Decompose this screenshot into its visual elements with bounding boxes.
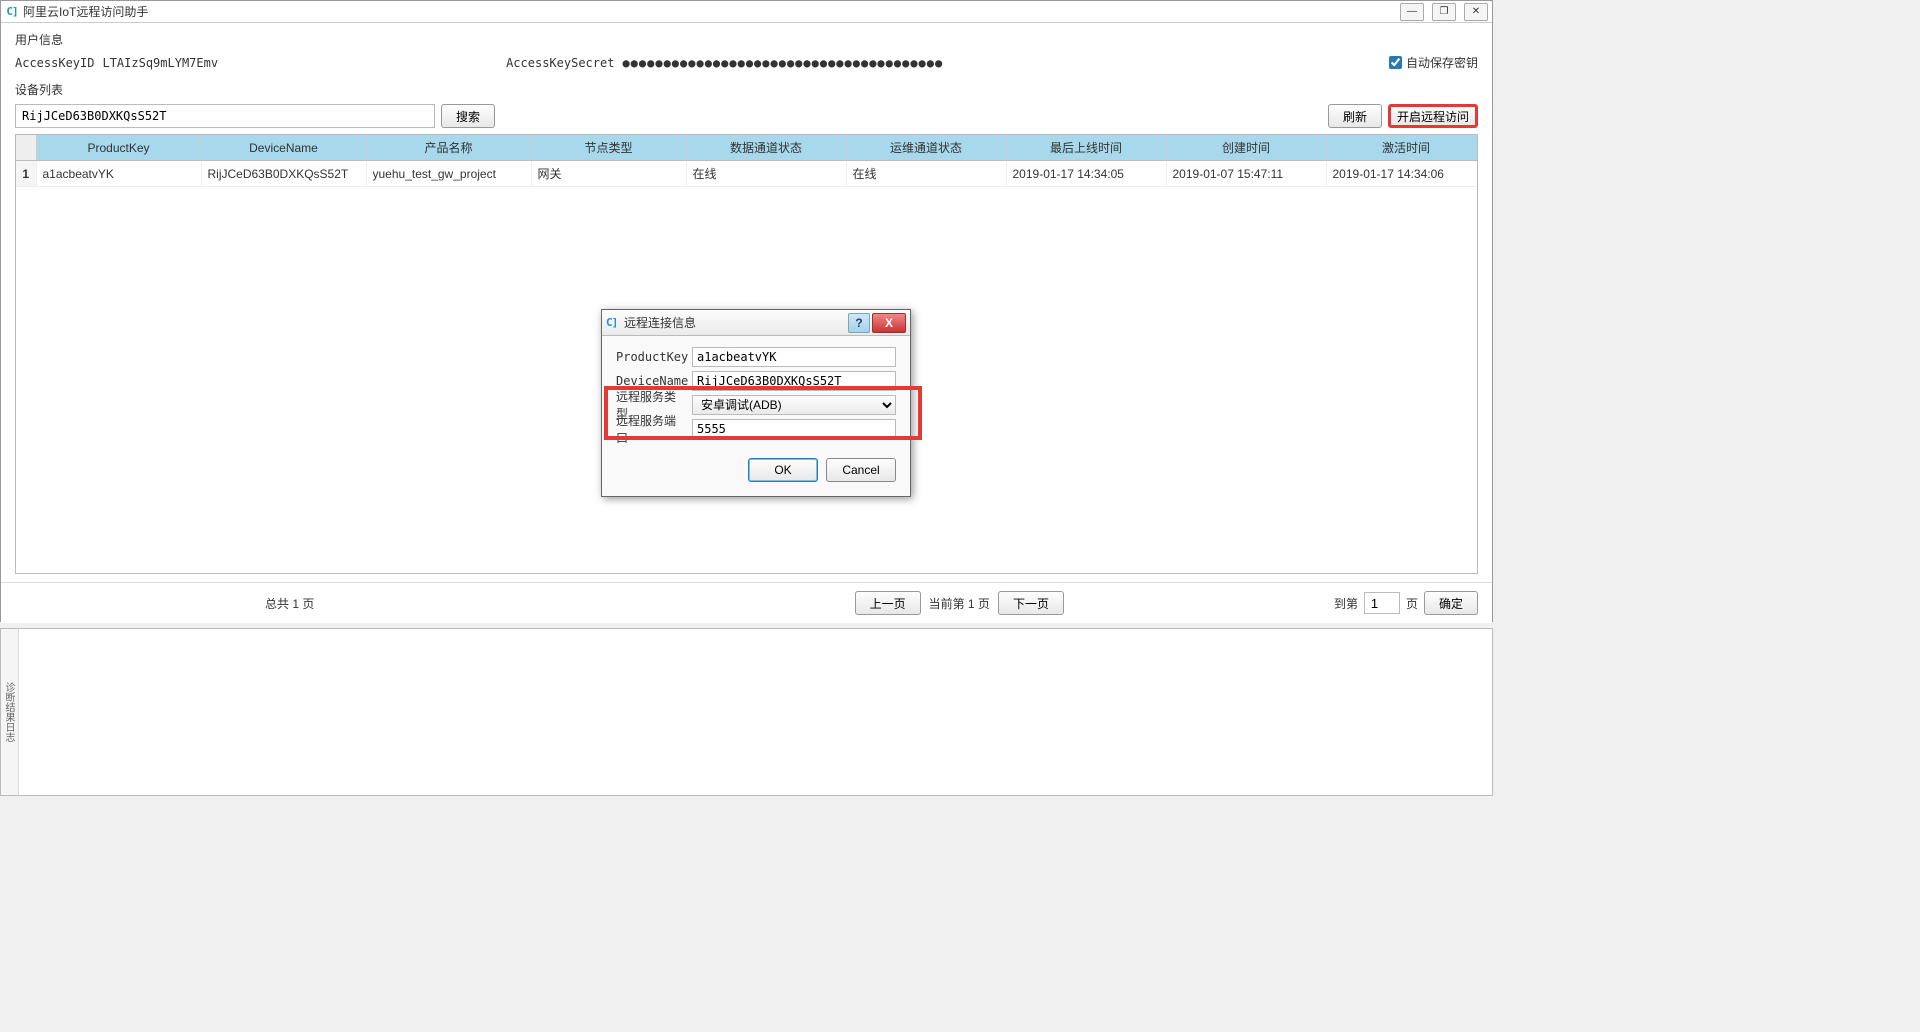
pager-total: 总共 1 页 [265, 595, 314, 612]
header-opschannel[interactable]: 运维通道状态 [846, 135, 1006, 161]
access-key-secret-value: ●●●●●●●●●●●●●●●●●●●●●●●●●●●●●●●●●●●●●●● [622, 56, 943, 70]
dlg-serviceport-input[interactable] [692, 419, 896, 439]
close-button[interactable]: ✕ [1464, 3, 1488, 21]
auto-save-checkbox[interactable] [1389, 56, 1402, 69]
table-cell: 2019-01-07 15:47:11 [1166, 161, 1326, 187]
header-devicename[interactable]: DeviceName [201, 135, 366, 161]
table-cell: a1acbeatvYK [36, 161, 201, 187]
row-number: 1 [16, 161, 36, 187]
dlg-devicename-label: DeviceName [616, 374, 686, 388]
access-key-id-label: AccessKeyID [15, 56, 94, 70]
header-created[interactable]: 创建时间 [1166, 135, 1326, 161]
pager: 总共 1 页 上一页 当前第 1 页 下一页 到第 页 确定 [1, 582, 1492, 623]
goto-prefix: 到第 [1334, 595, 1358, 612]
dialog-help-button[interactable]: ? [848, 313, 870, 333]
table-cell: 网关 [531, 161, 686, 187]
access-key-id-value: LTAIzSq9mLYM7Emv [102, 56, 218, 70]
log-gutter-label: 诊断结果日志 [1, 629, 19, 795]
table-cell: 在线 [686, 161, 846, 187]
header-datachannel[interactable]: 数据通道状态 [686, 135, 846, 161]
device-toolbar: 搜索 刷新 开启远程访问 [15, 104, 1478, 128]
dialog-icon: C] [606, 316, 620, 330]
window-controls: — ❐ ✕ [1400, 3, 1488, 21]
device-list-label: 设备列表 [15, 81, 1478, 98]
dlg-productkey-label: ProductKey [616, 350, 686, 364]
refresh-button[interactable]: 刷新 [1328, 104, 1382, 128]
content-area: 用户信息 AccessKeyID LTAIzSq9mLYM7Emv Access… [1, 23, 1492, 582]
table-row[interactable]: 1a1acbeatvYKRijJCeD63B0DXKQsS52Tyuehu_te… [16, 161, 1478, 187]
dialog-close-button[interactable]: X [872, 313, 906, 333]
search-input[interactable] [15, 104, 435, 128]
goto-page-input[interactable] [1364, 592, 1400, 614]
ok-button[interactable]: OK [748, 458, 818, 482]
next-page-button[interactable]: 下一页 [998, 591, 1064, 615]
dlg-devicename-input[interactable] [692, 371, 896, 391]
goto-confirm-button[interactable]: 确定 [1424, 591, 1478, 615]
table-cell: 2019-01-17 14:34:06 [1326, 161, 1478, 187]
header-lastonline[interactable]: 最后上线时间 [1006, 135, 1166, 161]
auto-save-checkbox-wrap[interactable]: 自动保存密钥 [1389, 54, 1478, 71]
cancel-button[interactable]: Cancel [826, 458, 896, 482]
search-button[interactable]: 搜索 [441, 104, 495, 128]
device-table: ProductKey DeviceName 产品名称 节点类型 数据通道状态 运… [16, 135, 1478, 187]
title-bar: C] 阿里云IoT远程访问助手 — ❐ ✕ [1, 1, 1492, 23]
dlg-servicetype-select[interactable]: 安卓调试(ADB) [692, 395, 896, 415]
table-cell: RijJCeD63B0DXKQsS52T [201, 161, 366, 187]
goto-suffix: 页 [1406, 595, 1418, 612]
auto-save-label: 自动保存密钥 [1406, 54, 1478, 71]
header-nodetype[interactable]: 节点类型 [531, 135, 686, 161]
dialog-body: ProductKey DeviceName 远程服务类型 安卓调试(ADB) 远… [602, 336, 910, 448]
table-cell: 2019-01-17 14:34:05 [1006, 161, 1166, 187]
main-window: C] 阿里云IoT远程访问助手 — ❐ ✕ 用户信息 AccessKeyID L… [0, 0, 1493, 622]
table-cell: 在线 [846, 161, 1006, 187]
prev-page-button[interactable]: 上一页 [855, 591, 921, 615]
dlg-serviceport-label: 远程服务端口 [616, 412, 686, 446]
app-icon: C] [5, 5, 19, 19]
header-activated[interactable]: 激活时间 [1326, 135, 1478, 161]
open-remote-button[interactable]: 开启远程访问 [1388, 104, 1478, 128]
maximize-button[interactable]: ❐ [1432, 3, 1456, 21]
log-panel: 诊断结果日志 [0, 628, 1493, 796]
header-productname[interactable]: 产品名称 [366, 135, 531, 161]
user-info-row: AccessKeyID LTAIzSq9mLYM7Emv AccessKeySe… [15, 54, 1478, 71]
pager-current: 当前第 1 页 [929, 595, 990, 612]
remote-connect-dialog: C] 远程连接信息 ? X ProductKey DeviceName 远程服务… [601, 309, 911, 497]
log-content[interactable] [19, 629, 1492, 795]
access-key-secret-label: AccessKeySecret [506, 56, 614, 70]
dialog-title: 远程连接信息 [624, 314, 848, 331]
header-rownum [16, 135, 36, 161]
dlg-productkey-input[interactable] [692, 347, 896, 367]
minimize-button[interactable]: — [1400, 3, 1424, 21]
dialog-buttons: OK Cancel [602, 448, 910, 496]
header-productkey[interactable]: ProductKey [36, 135, 201, 161]
user-info-label: 用户信息 [15, 31, 1478, 48]
window-title: 阿里云IoT远程访问助手 [23, 3, 1400, 20]
dialog-title-bar[interactable]: C] 远程连接信息 ? X [602, 310, 910, 336]
table-cell: yuehu_test_gw_project [366, 161, 531, 187]
table-header-row: ProductKey DeviceName 产品名称 节点类型 数据通道状态 运… [16, 135, 1478, 161]
